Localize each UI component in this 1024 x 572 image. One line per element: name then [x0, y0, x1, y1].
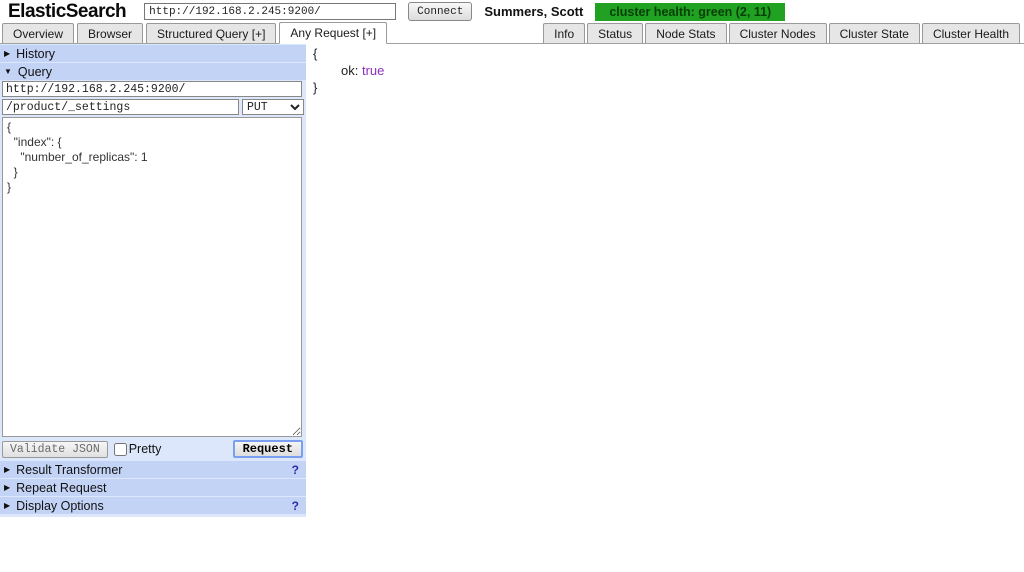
tab-structured-query[interactable]: Structured Query [+] [146, 23, 277, 43]
tab-status[interactable]: Status [587, 23, 644, 43]
query-url-input[interactable] [2, 81, 302, 97]
cluster-health-badge: cluster health: green (2, 11) [595, 2, 786, 21]
output-close-brace: } [313, 80, 318, 95]
user-name: Summers, Scott [484, 4, 584, 19]
collapsed-arrow-icon: ▶ [4, 464, 11, 474]
section-query[interactable]: ▼ Query [0, 63, 306, 80]
section-repeat-request-label: Repeat Request [16, 480, 107, 495]
request-button[interactable]: Request [232, 440, 303, 458]
output-field-key: ok: [341, 63, 359, 78]
tab-node-stats[interactable]: Node Stats [645, 23, 727, 43]
connect-button[interactable]: Connect [408, 2, 473, 21]
output-field: ok: true [313, 62, 1024, 79]
request-body-editor[interactable]: { "index": { "number_of_replicas": 1 } } [2, 117, 302, 437]
help-icon[interactable]: ? [292, 499, 302, 513]
tab-cluster-health[interactable]: Cluster Health [921, 23, 1020, 43]
tab-cluster-nodes[interactable]: Cluster Nodes [728, 23, 827, 43]
section-history[interactable]: ▶ History [0, 45, 306, 62]
http-method-select[interactable]: PUT [242, 99, 304, 115]
section-query-label: Query [17, 64, 52, 79]
tab-any-request[interactable]: Any Request [+] [279, 22, 388, 44]
path-method-row: PUT [2, 99, 304, 115]
section-result-transformer-label: Result Transformer [16, 462, 123, 477]
tab-browser[interactable]: Browser [77, 23, 144, 43]
section-result-transformer[interactable]: ▶ Result Transformer ? [0, 461, 306, 478]
main-content: ▶ History ▼ Query PUT { "index": { "numb… [0, 44, 1024, 517]
base-url-input[interactable] [144, 3, 397, 20]
section-history-label: History [16, 46, 56, 61]
validate-json-button[interactable]: Validate JSON [2, 440, 108, 458]
pretty-label[interactable]: Pretty [129, 442, 162, 456]
app-logo: ElasticSearch [8, 0, 127, 22]
expanded-arrow-icon: ▼ [4, 66, 12, 76]
section-display-options[interactable]: ▶ Display Options ? [0, 497, 306, 514]
request-action-row: Validate JSON Pretty Request [0, 440, 306, 460]
any-request-panel: ▶ History ▼ Query PUT { "index": { "numb… [0, 44, 306, 517]
output-field-value: true [361, 63, 385, 78]
section-display-options-label: Display Options [16, 498, 104, 513]
collapsed-arrow-icon: ▶ [4, 482, 11, 492]
pretty-checkbox[interactable] [113, 442, 127, 456]
section-repeat-request[interactable]: ▶ Repeat Request [0, 479, 306, 496]
tab-overview[interactable]: Overview [2, 23, 75, 43]
collapsed-arrow-icon: ▶ [4, 48, 11, 58]
tab-cluster-state[interactable]: Cluster State [828, 23, 920, 43]
help-icon[interactable]: ? [292, 463, 302, 477]
collapsed-arrow-icon: ▶ [4, 500, 11, 510]
top-bar: ElasticSearch Connect Summers, Scott clu… [0, 0, 1024, 23]
elasticsearch-head-app: ElasticSearch Connect Summers, Scott clu… [0, 0, 1024, 517]
output-open-brace: { [313, 46, 318, 61]
response-output: { ok: true } [306, 44, 1024, 96]
info-tab-group: Info Status Node Stats Cluster Nodes Clu… [543, 23, 1022, 43]
tab-bar: Overview Browser Structured Query [+] An… [0, 22, 1024, 44]
tab-info[interactable]: Info [543, 23, 586, 43]
query-path-input[interactable] [2, 99, 239, 115]
